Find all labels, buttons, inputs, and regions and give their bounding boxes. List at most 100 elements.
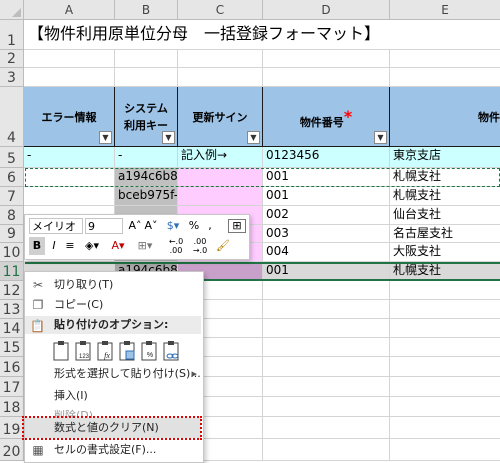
cell[interactable]	[390, 281, 500, 300]
cell[interactable]	[115, 50, 178, 68]
row-header[interactable]: 16	[0, 357, 24, 377]
menu-item-format-cells[interactable]: ▦ セルの書式設定(F)...	[25, 440, 201, 460]
menu-item-insert[interactable]: 挿入(I)	[25, 386, 201, 406]
cell[interactable]	[390, 319, 500, 338]
increase-decimal-button[interactable]: ←.0 .00	[165, 237, 187, 255]
row-header[interactable]: 1	[0, 20, 24, 50]
cell[interactable]	[263, 397, 390, 417]
row-header[interactable]: 15	[0, 338, 24, 357]
paste-formulas-icon[interactable]: fx	[96, 340, 116, 362]
row-header[interactable]: 10	[0, 243, 24, 262]
table-format-icon[interactable]: ⊞	[228, 219, 246, 233]
align-center-icon[interactable]: ≡	[63, 237, 77, 255]
example-cell-e[interactable]: 東京支店	[390, 147, 500, 168]
font-color-icon[interactable]: A▾	[107, 237, 129, 255]
format-painter-icon[interactable]: 🖌	[215, 237, 231, 255]
cell-system-key[interactable]: a194c6b8	[115, 168, 178, 187]
accounting-format-icon[interactable]: $▾	[162, 217, 184, 235]
row-header[interactable]: 9	[0, 225, 24, 243]
menu-item-clear-contents[interactable]: 数式と値のクリア(N)	[25, 418, 201, 438]
filter-dropdown-icon[interactable]: ▼	[99, 131, 112, 144]
row-header[interactable]: 4	[0, 87, 24, 147]
cell-property-number[interactable]: 001	[263, 187, 390, 206]
cell[interactable]	[24, 68, 115, 87]
cell-property-name[interactable]: 名古屋支社	[390, 225, 500, 243]
row-header[interactable]: 14	[0, 319, 24, 338]
example-cell-b[interactable]: -	[115, 147, 178, 168]
decrease-decimal-button[interactable]: .00 →.0	[189, 237, 211, 255]
cell[interactable]	[263, 338, 390, 357]
menu-item-cut[interactable]: ✂ 切り取り(T)	[25, 275, 201, 295]
paste-formatting-icon[interactable]: %	[140, 340, 160, 362]
filter-dropdown-icon[interactable]: ▼	[162, 131, 175, 144]
row-header[interactable]: 13	[0, 300, 24, 319]
cell[interactable]	[178, 68, 263, 87]
column-header-e[interactable]: E	[390, 0, 500, 20]
percent-style-button[interactable]: %	[187, 217, 201, 235]
cell[interactable]	[178, 50, 263, 68]
shrink-font-button[interactable]: A˅	[144, 217, 158, 235]
row-header[interactable]: 17	[0, 377, 24, 397]
column-header-b[interactable]: B	[115, 0, 178, 20]
row-header[interactable]: 7	[0, 187, 24, 206]
cell-property-name[interactable]: 札幌支社	[390, 168, 500, 187]
cell[interactable]	[263, 68, 390, 87]
cell-property-number[interactable]: 004	[263, 243, 390, 262]
row-header[interactable]: 5	[0, 147, 24, 168]
cell[interactable]	[390, 397, 500, 417]
row-header[interactable]: 2	[0, 50, 24, 68]
row-header[interactable]: 20	[0, 439, 24, 461]
cell[interactable]	[24, 187, 115, 206]
select-all-corner[interactable]	[0, 0, 24, 20]
cell-property-name[interactable]: 大阪支社	[390, 243, 500, 262]
cell[interactable]	[390, 300, 500, 319]
paste-transpose-icon[interactable]	[118, 340, 138, 362]
borders-icon[interactable]: ⊞▾	[135, 237, 155, 255]
cell[interactable]	[202, 357, 263, 377]
row-header[interactable]: 3	[0, 68, 24, 87]
column-header-d[interactable]: D	[263, 0, 390, 20]
cell[interactable]	[263, 417, 390, 439]
menu-item-paste-special[interactable]: 形式を選択して貼り付け(S)... ▸	[25, 364, 201, 384]
paste-values-icon[interactable]: 123	[74, 340, 94, 362]
cell[interactable]	[390, 68, 500, 87]
menu-item-copy[interactable]: ❐ コピー(C)	[25, 295, 201, 315]
cell[interactable]	[390, 417, 500, 439]
cell[interactable]	[202, 417, 263, 439]
cell[interactable]	[390, 377, 500, 397]
cell-property-number[interactable]: 002	[263, 206, 390, 225]
cell[interactable]	[263, 377, 390, 397]
cell[interactable]	[115, 68, 178, 87]
row-header[interactable]: 19	[0, 417, 24, 439]
row-header[interactable]: 18	[0, 397, 24, 417]
paste-icon[interactable]	[52, 340, 72, 362]
cell-property-name[interactable]: 札幌支社	[390, 187, 500, 206]
example-cell-a[interactable]: -	[24, 147, 115, 168]
cell[interactable]	[390, 357, 500, 377]
cell[interactable]	[263, 439, 390, 461]
row-header[interactable]: 8	[0, 206, 24, 225]
cell[interactable]	[263, 300, 390, 319]
italic-button[interactable]: I	[47, 237, 61, 255]
example-cell-d[interactable]: 0123456	[263, 147, 390, 168]
cell-property-number[interactable]: 001	[263, 168, 390, 187]
column-header-a[interactable]: A	[24, 0, 115, 20]
cell[interactable]	[24, 168, 115, 187]
cell-update-sign[interactable]	[178, 187, 263, 206]
cell-system-key[interactable]: bceb975f-	[115, 187, 178, 206]
bold-button[interactable]: B	[29, 237, 45, 255]
row-header[interactable]: 12	[0, 281, 24, 300]
cell[interactable]	[24, 50, 115, 68]
cell[interactable]	[202, 397, 263, 417]
comma-style-button[interactable]: ,	[203, 217, 217, 235]
column-header-c[interactable]: C	[178, 0, 263, 20]
cell[interactable]	[263, 50, 390, 68]
row-header-selected[interactable]: 11	[0, 262, 24, 281]
paste-link-icon[interactable]	[162, 340, 182, 362]
cell[interactable]	[263, 281, 390, 300]
cell-update-sign[interactable]	[178, 168, 263, 187]
cell-property-name[interactable]: 仙台支社	[390, 206, 500, 225]
cell-property-number-selected[interactable]: 001	[263, 262, 390, 281]
cell-property-name-selected[interactable]: 札幌支社	[390, 262, 500, 281]
cell[interactable]	[390, 338, 500, 357]
